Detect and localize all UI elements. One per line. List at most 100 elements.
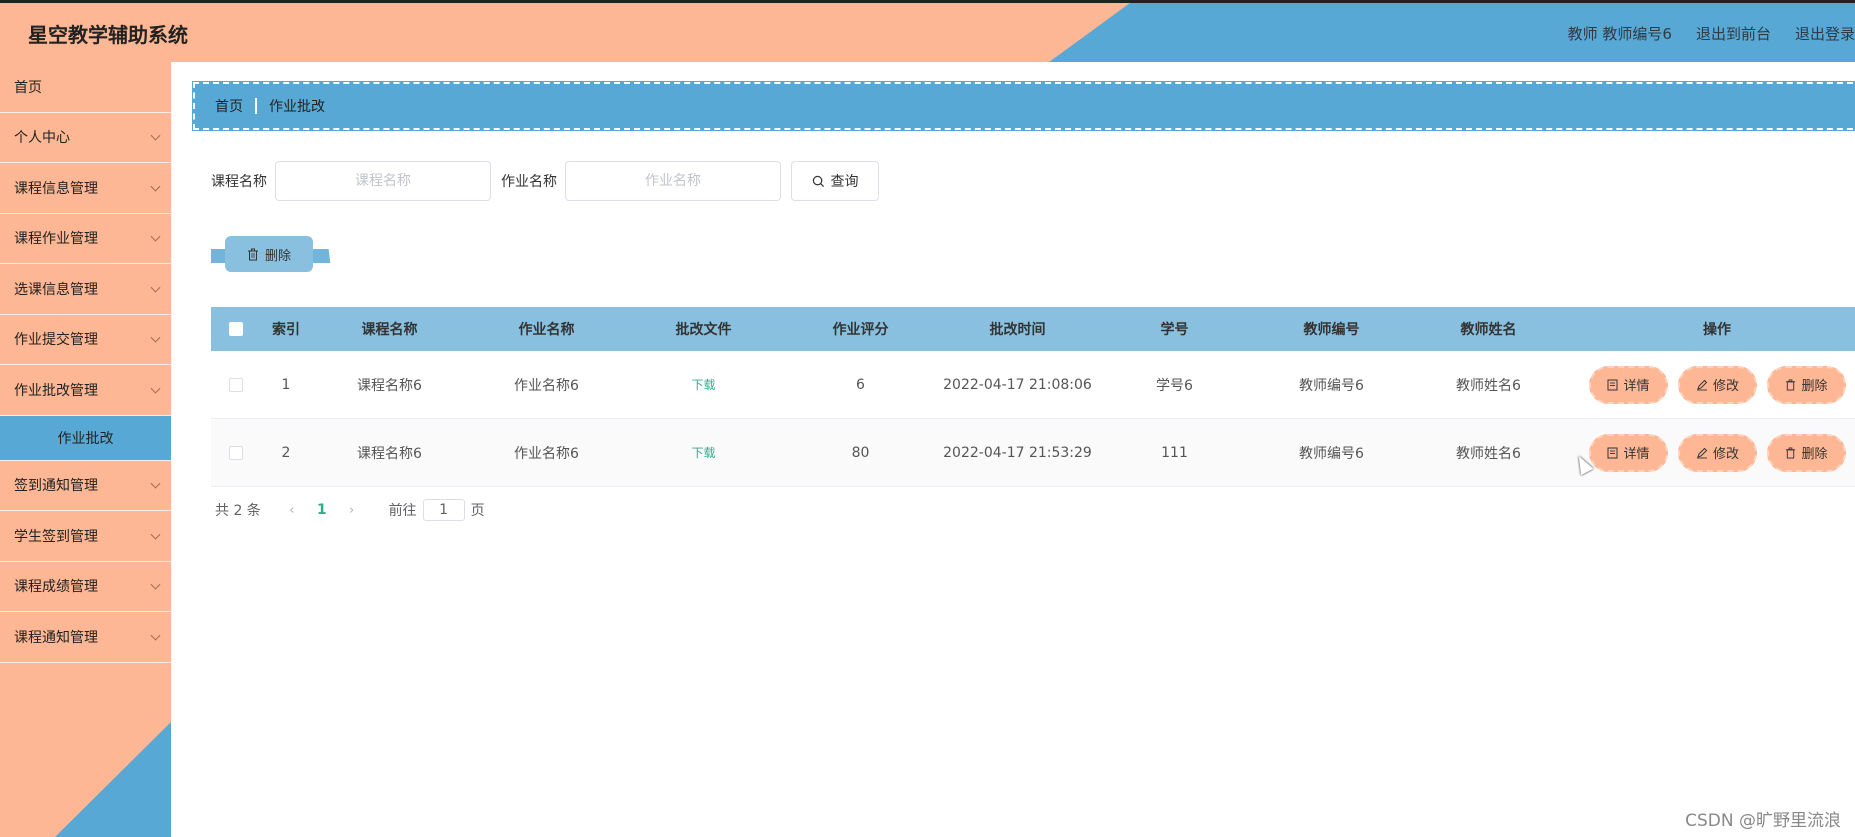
document-icon [1607, 447, 1618, 458]
sidebar-item-homework-submission[interactable]: 作业提交管理 [0, 315, 171, 365]
cell-homework-name: 作业名称6 [514, 445, 579, 462]
header-teacher-name: 教师姓名 [1460, 322, 1517, 338]
trash-icon [1786, 379, 1796, 390]
cell-grading-time: 2022-04-17 21:53:29 [943, 444, 1092, 461]
edit-pencil-icon [1696, 447, 1708, 458]
pagination: 共 2 条 ‹ 1 › 前往 页 [215, 499, 485, 521]
cell-teacher-name: 教师姓名6 [1456, 445, 1521, 462]
goto-page-input[interactable] [422, 499, 465, 521]
exit-to-front-link[interactable]: 退出到前台 [1696, 23, 1771, 44]
logout-link[interactable]: 退出登录 [1795, 23, 1855, 44]
bulk-delete-area: 删除 [211, 236, 331, 276]
cell-course-name: 课程名称6 [357, 377, 422, 394]
download-link[interactable]: 下载 [691, 378, 715, 392]
search-bar: 课程名称 作业名称 查询 [211, 161, 879, 201]
edit-pencil-icon [1696, 379, 1708, 390]
cell-teacher-name: 教师姓名6 [1456, 377, 1521, 394]
course-name-input[interactable] [275, 161, 491, 201]
table-row: 1 课程名称6 作业名称6 下载 6 2022-04-17 21:08:06 学… [211, 351, 1855, 419]
cell-student-no: 学号6 [1156, 377, 1193, 394]
header-grading-file: 批改文件 [675, 322, 732, 338]
header-teacher-no: 教师编号 [1303, 322, 1360, 338]
table-row: 2 课程名称6 作业名称6 下载 80 2022-04-17 21:53:29 … [211, 419, 1855, 487]
main-content: 首页 作业批改 课程名称 作业名称 查询 删除 索引 课程名称 作业名称 批改文… [171, 62, 1855, 837]
sidebar-item-student-checkin[interactable]: 学生签到管理 [0, 511, 171, 562]
chevron-down-icon [150, 181, 161, 192]
sidebar-blue-corner [55, 722, 171, 837]
sidebar-item-checkin-notice[interactable]: 签到通知管理 [0, 461, 171, 511]
row-actions: 详情 修改 删除 [1567, 433, 1855, 472]
sidebar-subitem-homework-grading[interactable]: 作业批改 [0, 415, 171, 461]
breadcrumb: 首页 作业批改 [192, 81, 1855, 131]
chevron-down-icon [150, 630, 161, 641]
course-name-label: 课程名称 [211, 174, 267, 190]
chevron-down-icon [150, 383, 161, 394]
sidebar-item-personal-center[interactable]: 个人中心 [0, 113, 171, 163]
cell-grading-time: 2022-04-17 21:08:06 [943, 376, 1092, 393]
goto-prefix: 前往 [388, 503, 417, 519]
breadcrumb-separator [255, 98, 257, 114]
detail-button[interactable]: 详情 [1589, 365, 1668, 404]
page-number-current[interactable]: 1 [317, 502, 327, 518]
cell-score: 80 [851, 444, 870, 461]
breadcrumb-home[interactable]: 首页 [215, 96, 243, 116]
detail-button[interactable]: 详情 [1589, 433, 1668, 472]
sidebar-item-course-selection[interactable]: 选课信息管理 [0, 264, 171, 315]
row-checkbox[interactable] [229, 377, 243, 392]
cell-score: 6 [856, 376, 865, 393]
cell-student-no: 111 [1161, 444, 1188, 461]
delete-button[interactable]: 删除 [1767, 365, 1846, 404]
select-all-checkbox[interactable] [229, 322, 243, 336]
header-actions: 教师 教师编号6 退出到前台 退出登录 [1568, 23, 1855, 44]
pagination-total: 共 2 条 [215, 503, 261, 519]
trash-icon [247, 248, 258, 260]
sidebar-item-course-notice[interactable]: 课程通知管理 [0, 612, 171, 663]
cell-teacher-no: 教师编号6 [1299, 377, 1364, 394]
sidebar-item-course-homework[interactable]: 课程作业管理 [0, 214, 171, 264]
chevron-down-icon [150, 231, 161, 242]
breadcrumb-current: 作业批改 [269, 99, 325, 115]
header-student-no: 学号 [1160, 322, 1189, 338]
top-header: 星空教学辅助系统 教师 教师编号6 退出到前台 退出登录 [0, 0, 1855, 62]
document-icon [1607, 379, 1618, 390]
download-link[interactable]: 下载 [691, 446, 715, 460]
query-button[interactable]: 查询 [791, 161, 879, 201]
chevron-down-icon [150, 579, 161, 590]
chevron-down-icon [150, 282, 161, 293]
current-user-label: 教师 教师编号6 [1567, 25, 1672, 43]
row-actions: 详情 修改 删除 [1567, 365, 1855, 404]
goto-suffix: 页 [470, 503, 485, 519]
grading-table: 索引 课程名称 作业名称 批改文件 作业评分 批改时间 学号 教师编号 教师姓名… [211, 307, 1855, 487]
sidebar: 首页 个人中心 课程信息管理 课程作业管理 选课信息管理 作业提交管理 作业批改… [0, 62, 171, 837]
cell-index: 1 [281, 376, 291, 393]
chevron-down-icon [150, 478, 161, 489]
sidebar-item-home[interactable]: 首页 [0, 62, 171, 113]
search-icon [812, 175, 824, 187]
header-homework-name: 作业名称 [518, 322, 575, 338]
header-actions: 操作 [1703, 322, 1731, 338]
delete-button[interactable]: 删除 [1767, 433, 1846, 472]
header-course-name: 课程名称 [361, 322, 418, 338]
app-title: 星空教学辅助系统 [28, 23, 188, 47]
homework-name-input[interactable] [565, 161, 781, 201]
prev-page-icon[interactable]: ‹ [287, 503, 297, 518]
header-index: 索引 [272, 322, 300, 338]
row-checkbox[interactable] [229, 445, 243, 460]
edit-button[interactable]: 修改 [1678, 365, 1757, 404]
chevron-down-icon [150, 332, 161, 343]
sidebar-item-homework-grading[interactable]: 作业批改管理 [0, 365, 171, 416]
sidebar-item-course-grades[interactable]: 课程成绩管理 [0, 562, 171, 612]
sidebar-item-course-info[interactable]: 课程信息管理 [0, 163, 171, 214]
cell-teacher-no: 教师编号6 [1299, 445, 1364, 462]
watermark: CSDN @旷野里流浪 [1685, 811, 1841, 831]
cell-homework-name: 作业名称6 [514, 377, 579, 394]
bulk-delete-button[interactable]: 删除 [225, 236, 313, 272]
header-grading-time: 批改时间 [989, 322, 1046, 338]
header-score: 作业评分 [832, 322, 889, 338]
homework-name-label: 作业名称 [501, 174, 557, 190]
cell-index: 2 [281, 444, 291, 461]
trash-icon [1786, 447, 1796, 458]
next-page-icon[interactable]: › [347, 503, 357, 518]
edit-button[interactable]: 修改 [1678, 433, 1757, 472]
cell-course-name: 课程名称6 [357, 445, 422, 462]
